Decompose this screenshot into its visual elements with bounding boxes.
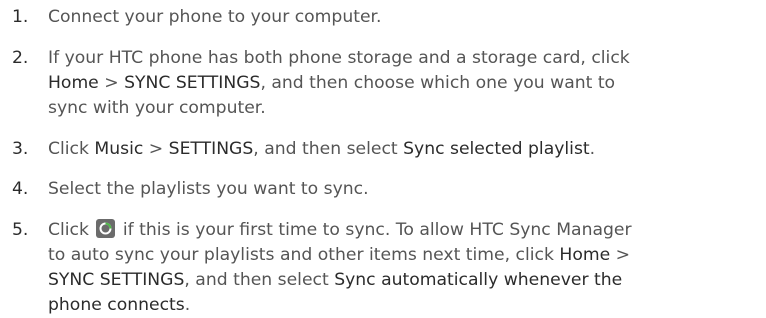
- step-line: Home > SYNC SETTINGS, and then choose wh…: [48, 73, 616, 93]
- step-line: Click if this is your first time to sync…: [48, 219, 632, 240]
- step-text: If your HTC phone has both phone storage…: [48, 46, 766, 121]
- step-text: Connect your phone to your computer.: [48, 7, 382, 27]
- step-line: phone connects.: [48, 295, 191, 315]
- ui-term-sync-automatically: Sync automatically whenever the: [334, 270, 623, 290]
- ui-term-home: Home: [559, 245, 611, 265]
- ui-term-home: Home: [48, 73, 99, 93]
- sync-button-icon: [96, 219, 116, 238]
- step-line: If your HTC phone has both phone storage…: [48, 48, 630, 68]
- ui-term-music: Music: [94, 139, 144, 159]
- step-line: SYNC SETTINGS, and then select Sync auto…: [48, 270, 623, 290]
- step-number: 3.: [12, 139, 29, 159]
- step-text: Click if this is your first time to sync…: [48, 218, 766, 318]
- step-text: Click Music > SETTINGS, and then select …: [48, 139, 596, 159]
- ui-term-sync-settings: SYNC SETTINGS: [48, 270, 185, 290]
- ui-term-sync-settings: SYNC SETTINGS: [124, 73, 261, 93]
- ui-term-sync-selected-playlist: Sync selected playlist: [403, 139, 590, 159]
- step-number: 4.: [12, 179, 29, 199]
- step-line: sync with your computer.: [48, 98, 266, 118]
- step-number: 2.: [12, 48, 29, 68]
- sync-instructions-list: 1. Connect your phone to your computer. …: [0, 0, 766, 315]
- step-text: Select the playlists you want to sync.: [48, 179, 369, 199]
- step-number: 5.: [12, 220, 29, 240]
- step-line: to auto sync your playlists and other it…: [48, 245, 631, 265]
- ui-term-phone-connects: phone connects: [48, 295, 185, 315]
- step-number: 1.: [12, 7, 29, 27]
- ui-term-settings: SETTINGS: [168, 139, 254, 159]
